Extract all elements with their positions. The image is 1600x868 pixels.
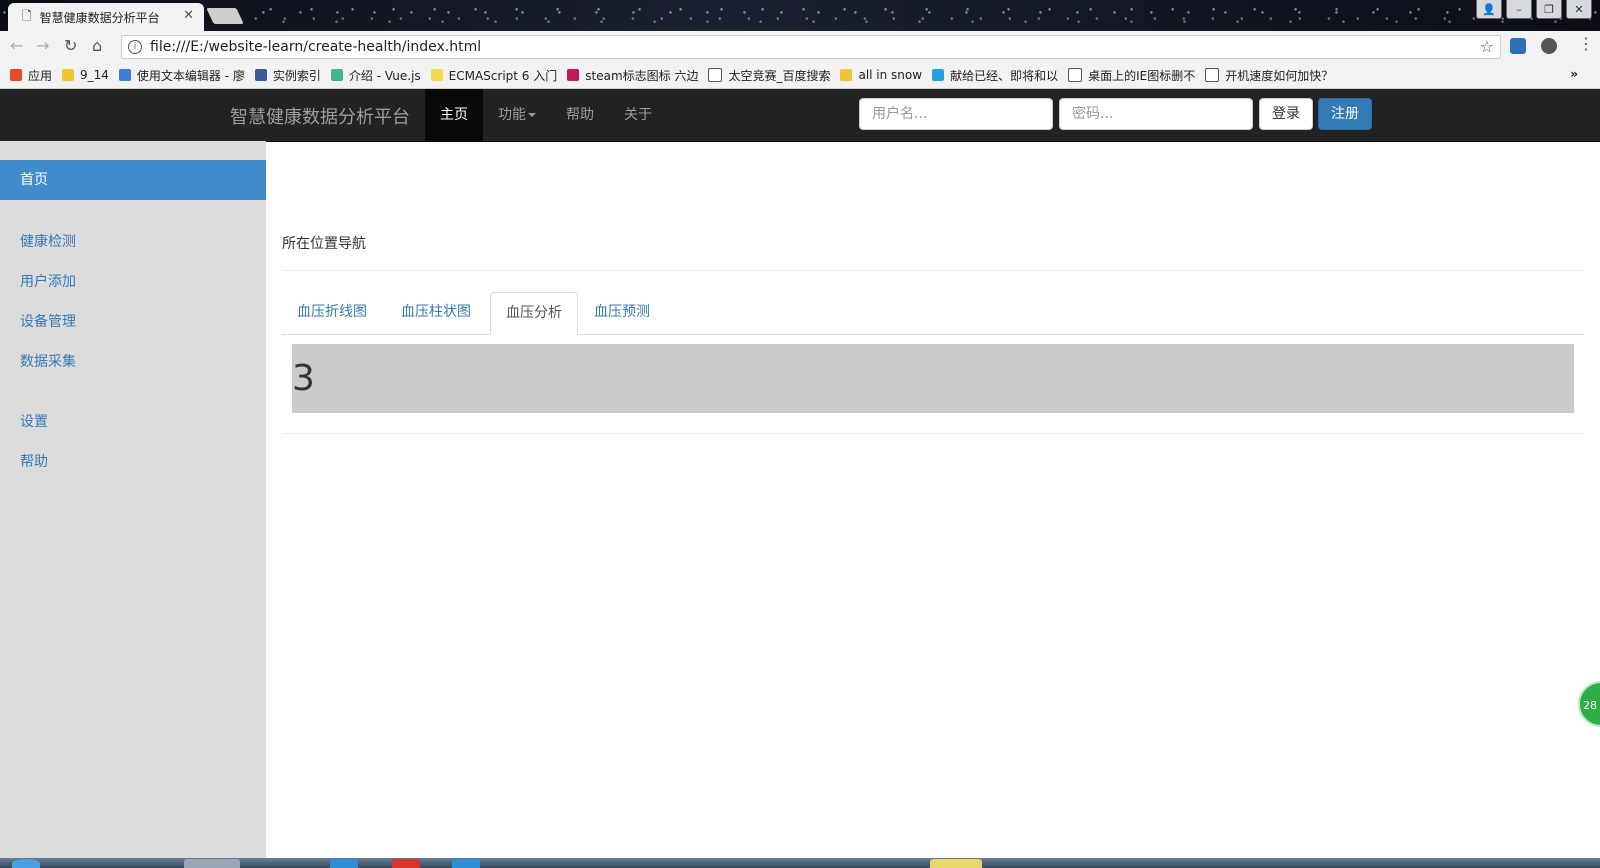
menu-icon[interactable]: ⋮ <box>1578 34 1594 53</box>
bookmark-label: 开机速度如何加快？ <box>1225 68 1334 83</box>
tab-bp-prediction[interactable]: 血压预测 <box>579 292 665 333</box>
username-input[interactable] <box>859 98 1053 130</box>
divider <box>282 433 1584 434</box>
bookmark-label: 应用 <box>28 68 53 83</box>
vue-icon <box>330 69 343 81</box>
sidebar-item-home[interactable]: 首页 <box>0 160 266 200</box>
floating-badge[interactable]: 28 <box>1578 681 1600 727</box>
page-icon <box>708 68 723 82</box>
url-text: file:///E:/website-learn/create-health/i… <box>150 39 482 55</box>
home-icon[interactable]: ⌂ <box>92 36 102 55</box>
bookmark-label: 实例索引 <box>272 68 321 83</box>
bookmark-label: 桌面上的IE图标删不 <box>1088 68 1196 83</box>
site-navbar: 智慧健康数据分析平台 主页 功能 帮助 关于 登录 注册 <box>0 89 1600 142</box>
address-bar[interactable]: i file:///E:/website-learn/create-health… <box>121 35 1501 59</box>
sidebar-item-settings[interactable]: 设置 <box>20 411 48 431</box>
breadcrumb: 所在位置导航 <box>282 236 366 252</box>
reload-icon[interactable]: ↻ <box>64 36 77 55</box>
facebook-icon <box>254 69 267 81</box>
bookmark-item[interactable]: steam标志图标 六边 <box>567 67 698 84</box>
page-icon <box>1205 68 1220 82</box>
bookmark-label: 介绍 - Vue.js <box>348 68 421 83</box>
bookmark-item[interactable]: 实例索引 <box>254 67 321 84</box>
bookmark-label: 9_14 <box>80 68 109 82</box>
window-controls: 👤 – ❐ ✕ <box>1476 0 1592 19</box>
taskbar-app-icon[interactable] <box>452 859 480 868</box>
register-button[interactable]: 注册 <box>1318 98 1372 130</box>
bookmark-item[interactable]: 介绍 - Vue.js <box>330 67 421 84</box>
bookmark-item[interactable]: 开机速度如何加快？ <box>1205 67 1333 84</box>
sidebar-item-data-collection[interactable]: 数据采集 <box>20 351 76 371</box>
browser-tab-strip: 🗋 智慧健康数据分析平台 ✕ 👤 – ❐ ✕ <box>0 0 1600 31</box>
extension-circle-icon[interactable] <box>1541 38 1557 54</box>
nav-item-help[interactable]: 帮助 <box>566 89 594 141</box>
sidebar-item-add-user[interactable]: 用户添加 <box>20 271 76 291</box>
bookmarks-bar: 应用 9_14 使用文本编辑器 - 廖 实例索引 介绍 - Vue.js ECMAScri… <box>0 62 1600 89</box>
chart-tabs: 血压折线图 血压柱状图 血压分析 血压预测 <box>282 292 1584 335</box>
new-tab-button[interactable] <box>206 8 244 24</box>
divider <box>282 270 1584 271</box>
bookmarks-more-icon[interactable]: » <box>1570 67 1578 81</box>
nav-item-features-label: 功能 <box>498 107 526 123</box>
bookmark-item[interactable]: 应用 <box>10 67 52 84</box>
tab-pane-content: 3 <box>292 358 315 399</box>
bookmark-item[interactable]: 9_14 <box>62 68 109 82</box>
brand-title[interactable]: 智慧健康数据分析平台 <box>230 103 410 129</box>
minimize-icon[interactable]: – <box>1506 0 1532 19</box>
folder-icon <box>840 69 853 81</box>
bookmark-label: steam标志图标 六边 <box>585 68 699 83</box>
folder-icon <box>62 69 75 81</box>
rocket-icon <box>118 69 131 81</box>
bookmark-item[interactable]: 献给已经、即将和以 <box>932 67 1058 84</box>
nav-item-about[interactable]: 关于 <box>624 89 652 141</box>
start-icon[interactable] <box>12 859 40 868</box>
page-icon <box>1068 68 1083 82</box>
os-taskbar <box>0 858 1600 868</box>
info-icon[interactable]: i <box>128 40 142 54</box>
user-icon[interactable]: 👤 <box>1476 0 1502 19</box>
bookmark-item[interactable]: 桌面上的IE图标删不 <box>1068 67 1195 84</box>
login-button[interactable]: 登录 <box>1259 98 1313 130</box>
nav-item-features[interactable]: 功能 <box>498 89 536 141</box>
bookmark-label: ECMAScript 6 入门 <box>448 68 558 83</box>
apps-grid-icon <box>10 69 22 81</box>
bookmark-label: all in snow <box>858 68 923 82</box>
bilibili-icon <box>932 69 945 81</box>
bookmark-item[interactable]: ECMAScript 6 入门 <box>430 67 558 84</box>
sidebar: 首页 健康检测 用户添加 设备管理 数据采集 设置 帮助 <box>0 141 266 858</box>
browser-tab-title: 智慧健康数据分析平台 <box>39 10 160 25</box>
tab-pane: 3 <box>292 344 1574 413</box>
taskbar-chrome-icon[interactable] <box>184 859 240 868</box>
tab-bp-line-chart[interactable]: 血压折线图 <box>282 292 382 333</box>
taskbar-app-icon[interactable] <box>330 859 358 868</box>
bookmark-label: 献给已经、即将和以 <box>950 68 1059 83</box>
bookmark-item[interactable]: 太空竞赛_百度搜索 <box>708 67 830 84</box>
taskbar-app-icon[interactable] <box>930 859 982 868</box>
caret-down-icon <box>528 113 536 117</box>
restore-icon[interactable]: ❐ <box>1536 0 1562 19</box>
bookmark-item[interactable]: all in snow <box>840 68 922 82</box>
bookmark-label: 使用文本编辑器 - 廖 <box>136 68 245 83</box>
password-input[interactable] <box>1059 98 1253 130</box>
taskbar-app-icon[interactable] <box>392 859 420 868</box>
close-window-icon[interactable]: ✕ <box>1566 0 1592 19</box>
bookmark-label: 太空竞赛_百度搜索 <box>728 68 831 83</box>
sidebar-item-help[interactable]: 帮助 <box>20 451 48 471</box>
page-icon: 🗋 <box>22 8 32 23</box>
back-icon[interactable]: ← <box>10 36 23 55</box>
es-icon <box>430 69 443 81</box>
browser-toolbar: ← → ↻ ⌂ i file:///E:/website-learn/creat… <box>0 31 1600 62</box>
bookmark-item[interactable]: 使用文本编辑器 - 廖 <box>118 67 245 84</box>
close-icon[interactable]: ✕ <box>183 8 194 23</box>
extension-s-icon[interactable] <box>1510 38 1526 54</box>
tab-bp-bar-chart[interactable]: 血压柱状图 <box>386 292 486 333</box>
sidebar-item-devices[interactable]: 设备管理 <box>20 311 76 331</box>
forward-icon[interactable]: → <box>36 36 49 55</box>
sidebar-item-health-check[interactable]: 健康检测 <box>20 231 76 251</box>
browser-tab[interactable]: 🗋 智慧健康数据分析平台 ✕ <box>8 3 204 31</box>
nav-item-home[interactable]: 主页 <box>425 89 483 141</box>
bookmark-star-icon[interactable]: ☆ <box>1480 37 1494 56</box>
search-q-icon <box>567 69 580 81</box>
tab-bp-analysis[interactable]: 血压分析 <box>490 292 578 335</box>
